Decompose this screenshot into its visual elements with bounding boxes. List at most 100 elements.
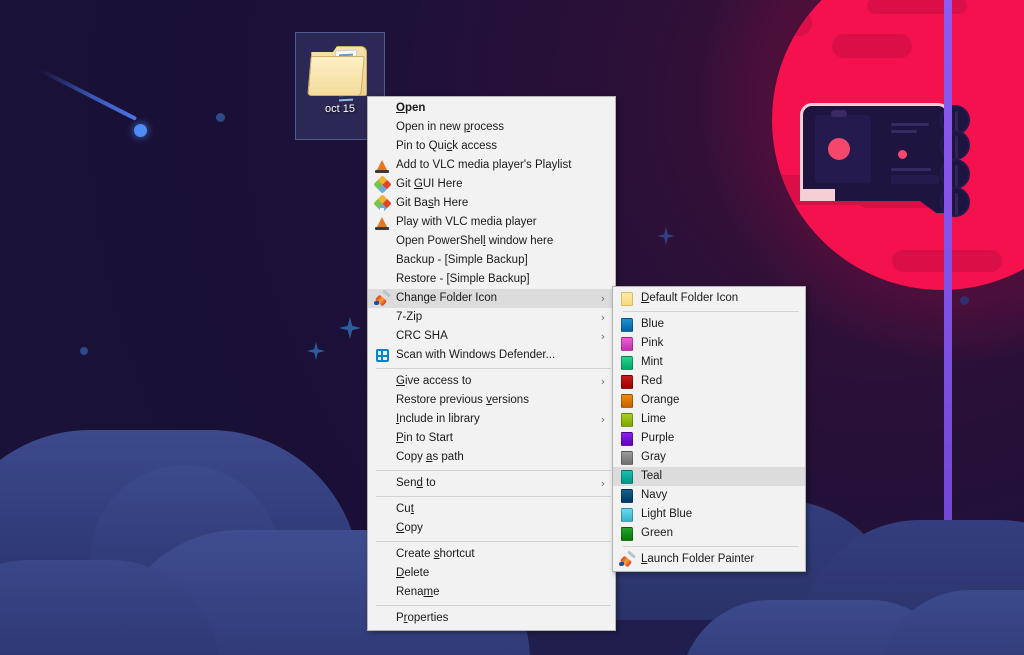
git-icon xyxy=(368,175,396,194)
submenu-item-mint[interactable]: Mint xyxy=(613,353,805,372)
color-swatch-icon xyxy=(613,315,641,334)
menu-item-rename[interactable]: Rename xyxy=(368,583,615,602)
menu-item-label: Open PowerShell window here xyxy=(396,232,597,251)
menu-item-label: Copy as path xyxy=(396,448,597,467)
color-swatch-icon xyxy=(613,505,641,524)
menu-item-open-powershell-window-here[interactable]: Open PowerShell window here xyxy=(368,232,615,251)
menu-icon-placeholder xyxy=(368,564,396,583)
submenu-item-label: Orange xyxy=(641,391,799,410)
menu-icon-placeholder xyxy=(368,583,396,602)
menu-item-label: Open xyxy=(396,99,597,118)
menu-item-label: Create shortcut xyxy=(396,545,597,564)
submenu-item-orange[interactable]: Orange xyxy=(613,391,805,410)
submenu-item-label: Pink xyxy=(641,334,799,353)
menu-item-label: CRC SHA xyxy=(396,327,597,346)
menu-icon-placeholder xyxy=(368,474,396,493)
menu-item-pin-to-start[interactable]: Pin to Start xyxy=(368,429,615,448)
submenu-item-launch-folder-painter[interactable]: Launch Folder Painter xyxy=(613,550,805,569)
submenu-item-gray[interactable]: Gray xyxy=(613,448,805,467)
submenu-item-label: Mint xyxy=(641,353,799,372)
menu-item-label: Properties xyxy=(396,609,597,628)
menu-item-change-folder-icon[interactable]: Change Folder Icon› xyxy=(368,289,615,308)
submenu-item-label: Teal xyxy=(641,467,799,486)
color-swatch-icon xyxy=(613,410,641,429)
menu-item-label: Scan with Windows Defender... xyxy=(396,346,597,365)
vlc-cone-icon xyxy=(368,156,396,175)
menu-item-label: Change Folder Icon xyxy=(396,289,597,308)
folder-context-menu[interactable]: OpenOpen in new processPin to Quick acce… xyxy=(367,96,616,631)
menu-item-crc-sha[interactable]: CRC SHA› xyxy=(368,327,615,346)
menu-item-add-to-vlc-media-player-s-playlist[interactable]: Add to VLC media player's Playlist xyxy=(368,156,615,175)
menu-item-copy-as-path[interactable]: Copy as path xyxy=(368,448,615,467)
menu-item-properties[interactable]: Properties xyxy=(368,609,615,628)
menu-icon-placeholder xyxy=(368,308,396,327)
windows-defender-icon xyxy=(368,346,396,365)
menu-item-restore-simple-backup[interactable]: Restore - [Simple Backup] xyxy=(368,270,615,289)
menu-item-send-to[interactable]: Send to› xyxy=(368,474,615,493)
menu-item-restore-previous-versions[interactable]: Restore previous versions xyxy=(368,391,615,410)
submenu-item-label: Gray xyxy=(641,448,799,467)
menu-item-include-in-library[interactable]: Include in library› xyxy=(368,410,615,429)
menu-item-cut[interactable]: Cut xyxy=(368,500,615,519)
menu-item-git-bash-here[interactable]: Git Bash Here xyxy=(368,194,615,213)
menu-separator xyxy=(376,541,611,542)
submenu-item-blue[interactable]: Blue xyxy=(613,315,805,334)
submenu-item-green[interactable]: Green xyxy=(613,524,805,543)
menu-item-label: Open in new process xyxy=(396,118,597,137)
menu-item-git-gui-here[interactable]: Git GUI Here xyxy=(368,175,615,194)
submenu-item-red[interactable]: Red xyxy=(613,372,805,391)
chevron-right-icon: › xyxy=(597,330,609,343)
submenu-item-label: Purple xyxy=(641,429,799,448)
menu-item-play-with-vlc-media-player[interactable]: Play with VLC media player xyxy=(368,213,615,232)
menu-item-label: Rename xyxy=(396,583,597,602)
submenu-item-default-folder-icon[interactable]: Default Folder Icon xyxy=(613,289,805,308)
menu-item-label: Restore - [Simple Backup] xyxy=(396,270,597,289)
menu-separator xyxy=(623,546,799,547)
chevron-right-icon: › xyxy=(597,413,609,426)
star-dot xyxy=(80,347,88,355)
submenu-item-navy[interactable]: Navy xyxy=(613,486,805,505)
submenu-item-purple[interactable]: Purple xyxy=(613,429,805,448)
menu-item-open[interactable]: Open xyxy=(368,99,615,118)
paint-brush-icon xyxy=(368,289,396,308)
menu-icon-placeholder xyxy=(368,429,396,448)
menu-item-scan-with-windows-defender[interactable]: Scan with Windows Defender... xyxy=(368,346,615,365)
paint-brush-icon xyxy=(613,550,641,569)
menu-item-create-shortcut[interactable]: Create shortcut xyxy=(368,545,615,564)
desktop[interactable]: oct 15 OpenOpen in new processPin to Qui… xyxy=(0,0,1024,655)
menu-item-open-in-new-process[interactable]: Open in new process xyxy=(368,118,615,137)
menu-icon-placeholder xyxy=(368,519,396,538)
menu-item-delete[interactable]: Delete xyxy=(368,564,615,583)
menu-item-label: Delete xyxy=(396,564,597,583)
color-swatch-icon xyxy=(613,391,641,410)
menu-item-label: Pin to Quick access xyxy=(396,137,597,156)
menu-item-label: Backup - [Simple Backup] xyxy=(396,251,597,270)
menu-item-give-access-to[interactable]: Give access to› xyxy=(368,372,615,391)
menu-item-copy[interactable]: Copy xyxy=(368,519,615,538)
chevron-right-icon: › xyxy=(597,292,609,305)
color-swatch-icon xyxy=(613,429,641,448)
menu-item-backup-simple-backup[interactable]: Backup - [Simple Backup] xyxy=(368,251,615,270)
chevron-right-icon: › xyxy=(597,311,609,324)
submenu-item-teal[interactable]: Teal xyxy=(613,467,805,486)
menu-item-label: Give access to xyxy=(396,372,597,391)
menu-icon-placeholder xyxy=(368,410,396,429)
submenu-item-label: Navy xyxy=(641,486,799,505)
submenu-item-light-blue[interactable]: Light Blue xyxy=(613,505,805,524)
color-swatch-icon xyxy=(613,524,641,543)
submenu-item-pink[interactable]: Pink xyxy=(613,334,805,353)
menu-separator xyxy=(623,311,799,312)
menu-icon-placeholder xyxy=(368,232,396,251)
change-folder-icon-submenu[interactable]: Default Folder Icon BluePinkMintRedOrange… xyxy=(612,286,806,572)
submenu-item-label: Launch Folder Painter xyxy=(641,550,799,569)
submenu-item-label: Light Blue xyxy=(641,505,799,524)
submenu-item-lime[interactable]: Lime xyxy=(613,410,805,429)
menu-item-label: Git Bash Here xyxy=(396,194,597,213)
folder-icon-label: oct 15 xyxy=(325,103,355,115)
menu-item-label: Cut xyxy=(396,500,597,519)
menu-item-7-zip[interactable]: 7-Zip› xyxy=(368,308,615,327)
menu-item-label: Pin to Start xyxy=(396,429,597,448)
menu-item-pin-to-quick-access[interactable]: Pin to Quick access xyxy=(368,137,615,156)
menu-item-label: Include in library xyxy=(396,410,597,429)
menu-icon-placeholder xyxy=(368,327,396,346)
